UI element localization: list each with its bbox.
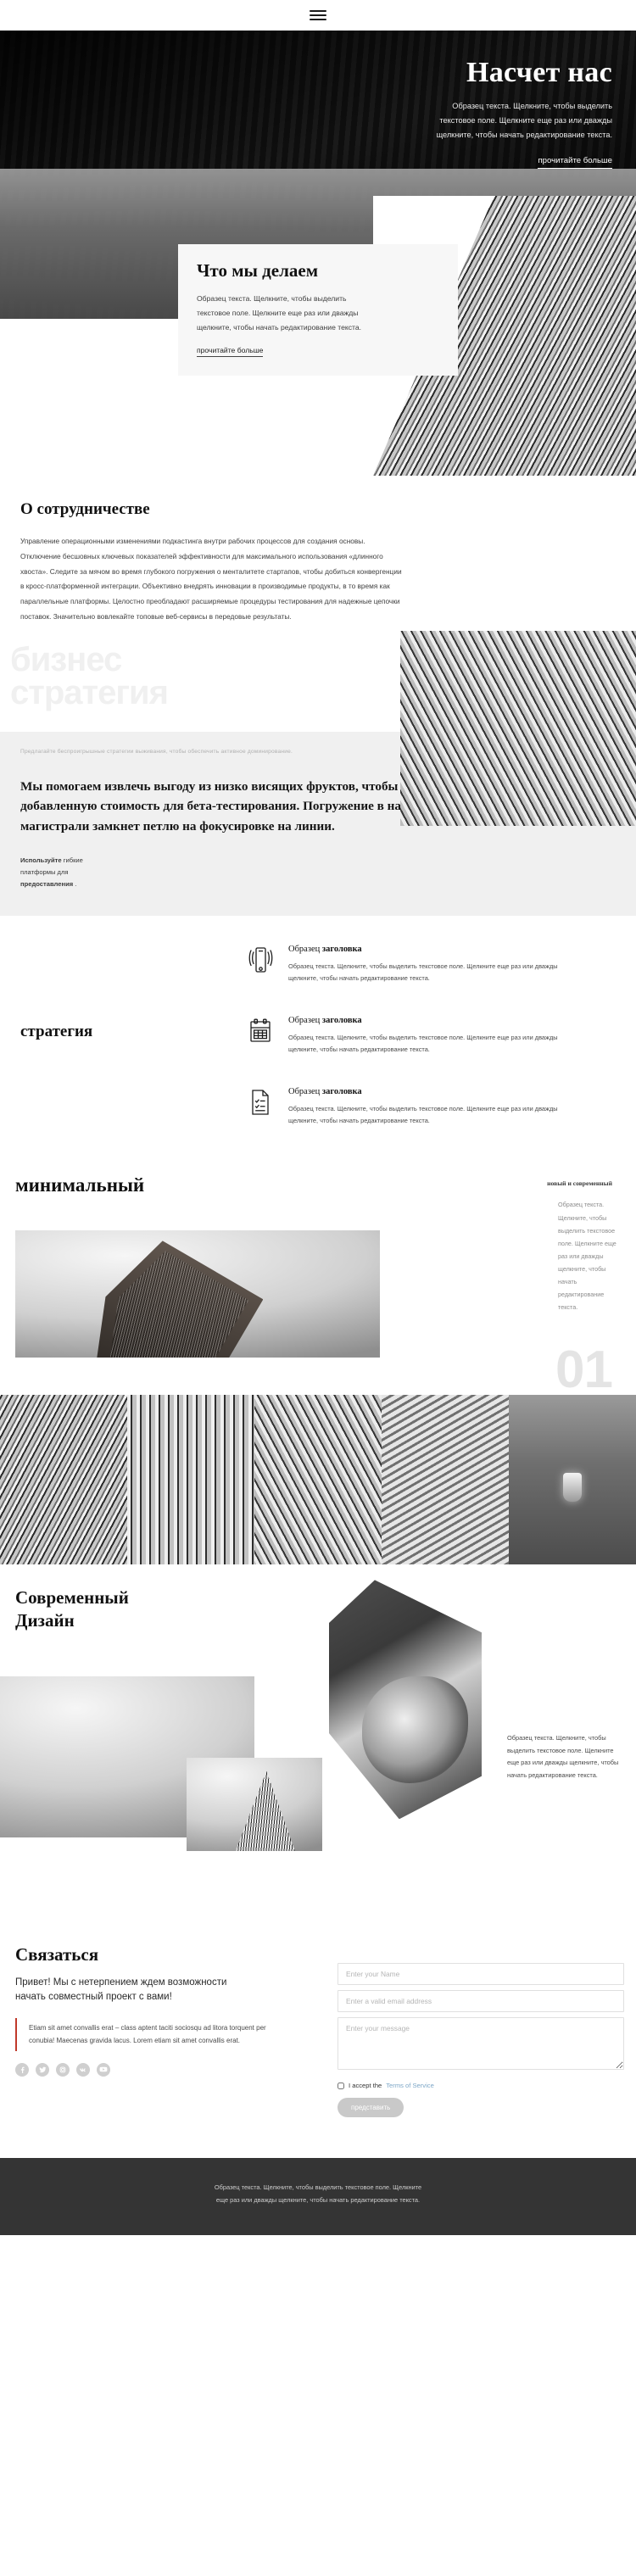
minimal-title: минимальный	[15, 1174, 145, 1196]
document-checklist-icon	[246, 1087, 275, 1116]
instagram-icon[interactable]	[56, 2062, 70, 2077]
about-description: Управление операционными изменениями под…	[20, 537, 402, 622]
smartphone-signal-icon	[246, 945, 275, 975]
gallery-image	[509, 1395, 636, 1565]
feature-heading: Образец заголовка	[288, 945, 585, 954]
strategy-title: стратегия	[20, 1022, 93, 1040]
feature-item: Образец заголовка Образец текста. Щелкни…	[246, 1087, 585, 1128]
name-input[interactable]	[338, 1963, 624, 1986]
gallery-image	[382, 1395, 509, 1565]
feature-item: Образец заголовка Образец текста. Щелкни…	[246, 945, 585, 985]
feature-heading-bold: заголовка	[321, 944, 362, 954]
ghost-headline: бизнес стратегия	[0, 640, 636, 732]
calendar-icon	[246, 1016, 275, 1045]
what-we-do-title: Что мы делаем	[197, 260, 319, 281]
what-we-do-section: Что мы делаем Образец текста. Щелкните, …	[0, 196, 636, 480]
facebook-icon[interactable]	[15, 2062, 29, 2077]
what-we-do-description: Образец текста. Щелкните, чтобы выделить…	[197, 294, 362, 332]
band-note: Используйте гибкие платформы для предост…	[20, 855, 93, 890]
feature-text: Образец текста. Щелкните, чтобы выделить…	[288, 962, 558, 983]
feature-text: Образец текста. Щелкните, чтобы выделить…	[288, 1033, 558, 1054]
minimal-section: минимальный новый и современный Образец …	[0, 1161, 636, 1397]
modern-photo-right	[322, 1564, 488, 1820]
minimal-kicker: новый и современный	[547, 1179, 612, 1188]
feature-list: Образец заголовка Образец текста. Щелкни…	[246, 945, 585, 1128]
what-we-do-read-more-link[interactable]: прочитайте больше	[197, 346, 264, 358]
hero-description: Образец текста. Щелкните, чтобы выделить…	[436, 101, 612, 139]
gallery-image	[0, 1395, 127, 1565]
modern-design-section: Современный Дизайн Образец текста. Щелкн…	[0, 1564, 636, 1930]
site-footer: Образец текста. Щелкните, чтобы выделить…	[0, 2158, 636, 2236]
youtube-icon[interactable]	[97, 2062, 110, 2077]
footer-text: Образец текста. Щелкните, чтобы выделить…	[214, 2183, 422, 2204]
submit-button[interactable]: представить	[338, 2098, 404, 2118]
modern-design-text: Образец текста. Щелкните, чтобы выделить…	[507, 1734, 619, 1779]
hero-title: Насчет нас	[466, 57, 612, 88]
minimal-side-text: Образец текста. Щелкните, чтобы выделить…	[558, 1201, 616, 1312]
band-note-bold-1: Используйте	[20, 856, 62, 864]
gallery-strip	[0, 1395, 636, 1565]
gallery-image	[127, 1395, 254, 1565]
feature-item: Образец заголовка Образец текста. Щелкни…	[246, 1016, 585, 1057]
email-input[interactable]	[338, 1990, 624, 2013]
what-we-do-card: Что мы делаем Образец текста. Щелкните, …	[178, 244, 458, 376]
about-title: О сотрудничестве	[20, 500, 150, 518]
feature-heading-light: Образец	[288, 1015, 322, 1025]
contact-section: Связаться Привет! Мы с нетерпением ждем …	[0, 1929, 636, 2159]
terms-of-service-link[interactable]: Terms of Service	[386, 2082, 434, 2089]
minimal-number: 01	[555, 1341, 613, 1400]
modern-photo-center	[187, 1758, 322, 1852]
feature-heading-bold: заголовка	[321, 1086, 362, 1096]
contact-form[interactable]: I accept the Terms of Service представит…	[338, 1963, 624, 2118]
hamburger-menu-icon[interactable]	[310, 10, 326, 20]
contact-quote: Etiam sit amet convallis erat – class ap…	[15, 2017, 271, 2051]
band-note-bold-2: предоставления	[20, 879, 74, 888]
feature-text: Образец текста. Щелкните, чтобы выделить…	[288, 1104, 558, 1124]
message-input[interactable]	[338, 2017, 624, 2071]
ghost-line-1: бизнес	[10, 640, 122, 678]
hero-read-more-link[interactable]: прочитайте больше	[538, 156, 612, 169]
feature-heading: Образец заголовка	[288, 1016, 585, 1025]
vk-icon[interactable]	[76, 2062, 90, 2077]
site-header	[0, 0, 636, 31]
about-collaboration-section: О сотрудничестве Управление операционным…	[0, 480, 636, 826]
feature-heading-bold: заголовка	[321, 1015, 362, 1025]
minimal-photo	[15, 1230, 380, 1358]
feature-heading: Образец заголовка	[288, 1087, 585, 1096]
feature-heading-light: Образец	[288, 1086, 322, 1096]
twitter-icon[interactable]	[36, 2062, 49, 2077]
ghost-line-2: стратегия	[10, 674, 169, 712]
feature-heading-light: Образец	[288, 944, 322, 954]
terms-label: I accept the	[349, 2082, 382, 2090]
band-note-tail: .	[73, 879, 77, 888]
strategy-section: стратегия Образец заголовка Образец текс…	[0, 915, 636, 1162]
terms-acceptance-row[interactable]: I accept the Terms of Service	[338, 2082, 624, 2089]
gallery-image	[254, 1395, 382, 1565]
terms-checkbox[interactable]	[338, 2082, 344, 2089]
contact-lead: Привет! Мы с нетерпением ждем возможност…	[15, 1977, 227, 2003]
